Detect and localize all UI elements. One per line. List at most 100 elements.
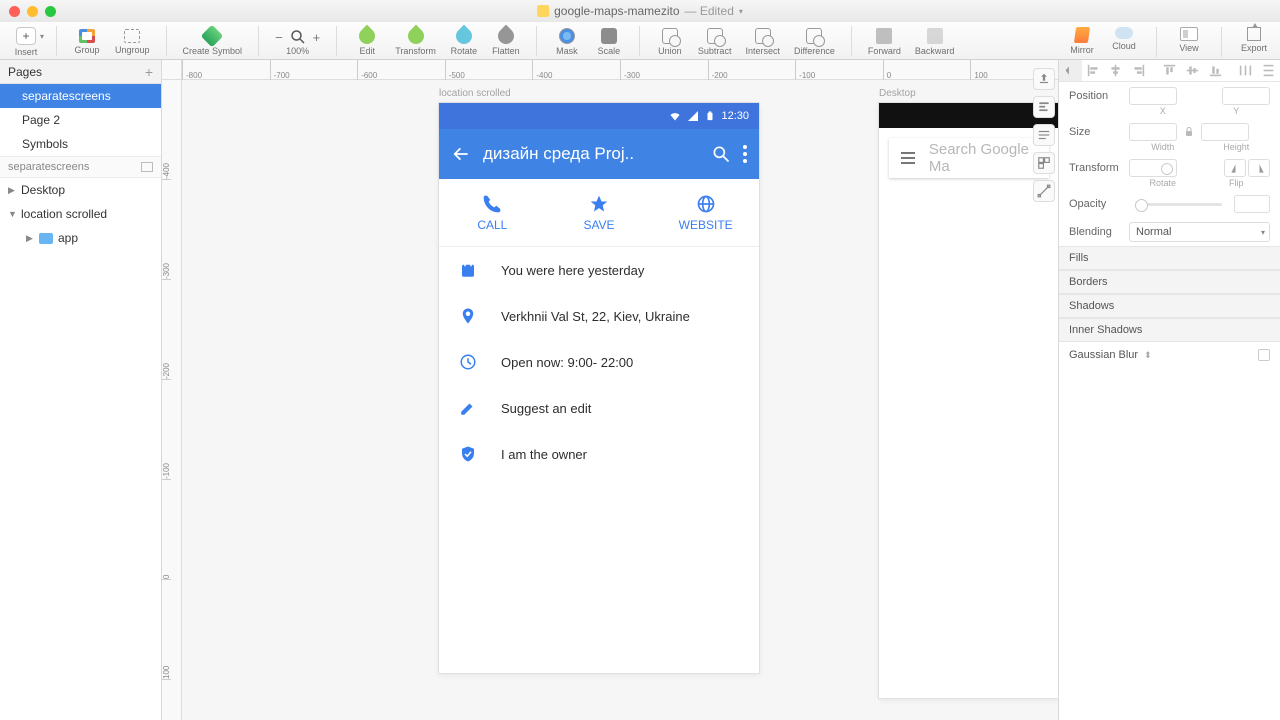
app-bar: дизайн среда Proj.. xyxy=(439,129,759,179)
search-placeholder: Search Google Ma xyxy=(929,141,1037,175)
shadows-section[interactable]: Shadows xyxy=(1059,294,1280,318)
opacity-input[interactable] xyxy=(1234,195,1270,213)
view-button[interactable]: View xyxy=(1175,27,1203,53)
info-row-visited[interactable]: You were here yesterday xyxy=(439,247,759,293)
layer-row[interactable]: ▼location scrolled xyxy=(0,202,161,226)
subtract-button[interactable]: Subtract xyxy=(698,28,732,56)
menu-icon[interactable] xyxy=(901,152,915,164)
inspector-side-tools xyxy=(1030,60,1058,202)
action-row: CALL SAVE WEBSITE xyxy=(439,179,759,247)
create-symbol-button[interactable]: Create Symbol xyxy=(183,28,243,56)
zoom-in-button[interactable]: + xyxy=(313,30,321,45)
layer-row[interactable]: ▶Desktop xyxy=(0,178,161,202)
document-status: — Edited xyxy=(685,4,734,18)
info-row-hours[interactable]: Open now: 9:00- 22:00 xyxy=(439,339,759,385)
window-controls xyxy=(0,6,56,17)
blending-label: Blending xyxy=(1069,226,1123,238)
align-tool-icon[interactable] xyxy=(1033,96,1055,118)
borders-section[interactable]: Borders xyxy=(1059,270,1280,294)
flatten-button[interactable]: Flatten xyxy=(492,28,520,56)
align-top-icon[interactable] xyxy=(1158,60,1181,81)
text-tool-icon[interactable] xyxy=(1033,124,1055,146)
rotate-button[interactable]: Rotate xyxy=(450,28,478,56)
distribute-v-icon[interactable] xyxy=(1257,60,1280,81)
size-label: Size xyxy=(1069,126,1123,138)
zoom-icon[interactable] xyxy=(289,28,307,46)
lock-icon[interactable] xyxy=(1183,126,1195,138)
align-right-icon[interactable] xyxy=(1127,60,1150,81)
rotate-input[interactable] xyxy=(1129,159,1177,177)
width-input[interactable] xyxy=(1129,123,1177,141)
align-bottom-icon[interactable] xyxy=(1204,60,1227,81)
folder-icon xyxy=(39,233,53,244)
info-row-owner[interactable]: I am the owner xyxy=(439,431,759,477)
transform-button[interactable]: Transform xyxy=(395,28,436,56)
flip-h-button[interactable] xyxy=(1224,159,1246,177)
layer-options-icon[interactable] xyxy=(141,162,153,172)
save-button[interactable]: SAVE xyxy=(546,179,653,246)
backward-button[interactable]: Backward xyxy=(915,28,955,56)
scale-button[interactable]: Scale xyxy=(595,28,623,56)
mirror-button[interactable]: Mirror xyxy=(1068,27,1096,55)
call-button[interactable]: CALL xyxy=(439,179,546,246)
distribute-h-icon[interactable] xyxy=(1234,60,1257,81)
opacity-label: Opacity xyxy=(1069,198,1123,210)
export-icon[interactable] xyxy=(1033,68,1055,90)
align-buttons xyxy=(1059,60,1280,82)
more-icon[interactable] xyxy=(743,145,747,163)
website-button[interactable]: WEBSITE xyxy=(652,179,759,246)
canvas[interactable]: -800-700-600-500-400-300-200-1000100 -40… xyxy=(162,60,1058,720)
difference-button[interactable]: Difference xyxy=(794,28,835,56)
artboard-location-scrolled[interactable]: 12:30 дизайн среда Proj.. CALL SAVE WEBS… xyxy=(439,103,759,673)
wifi-icon xyxy=(669,110,681,122)
info-row-address[interactable]: Verkhnii Val St, 22, Kiev, Ukraine xyxy=(439,293,759,339)
ungroup-button[interactable]: Ungroup xyxy=(115,29,150,55)
position-y-input[interactable] xyxy=(1222,87,1270,105)
flip-v-button[interactable] xyxy=(1248,159,1270,177)
cloud-button[interactable]: Cloud xyxy=(1110,27,1138,51)
forward-button[interactable]: Forward xyxy=(868,28,901,56)
artboard-label[interactable]: Desktop xyxy=(879,88,916,99)
artboard-label[interactable]: location scrolled xyxy=(439,88,511,99)
status-bar: 12:30 xyxy=(439,103,759,129)
mask-button[interactable]: Mask xyxy=(553,28,581,56)
opacity-slider[interactable] xyxy=(1135,203,1222,206)
blending-select[interactable]: Normal▾ xyxy=(1129,222,1270,242)
insert-button[interactable]: ▾Insert xyxy=(12,27,40,57)
page-item[interactable]: Symbols xyxy=(0,132,161,156)
left-panel: Pages + separatescreens Page 2 Symbols s… xyxy=(0,60,162,720)
align-collapse-icon[interactable] xyxy=(1059,60,1082,81)
intersect-button[interactable]: Intersect xyxy=(745,28,780,56)
align-hcenter-icon[interactable] xyxy=(1105,60,1128,81)
union-button[interactable]: Union xyxy=(656,28,684,56)
inner-shadows-section[interactable]: Inner Shadows xyxy=(1059,318,1280,342)
layout-tool-icon[interactable] xyxy=(1033,152,1055,174)
height-input[interactable] xyxy=(1201,123,1249,141)
chevron-down-icon[interactable]: ▾ xyxy=(739,7,743,16)
page-item[interactable]: Page 2 xyxy=(0,108,161,132)
clock: 12:30 xyxy=(721,110,749,122)
map-search-box[interactable]: Search Google Ma xyxy=(889,138,1049,178)
group-button[interactable]: Group xyxy=(73,29,101,55)
align-vcenter-icon[interactable] xyxy=(1181,60,1204,81)
ruler-vertical: -400-300-200-1000100200300 xyxy=(162,80,182,720)
position-x-input[interactable] xyxy=(1129,87,1177,105)
edit-button[interactable]: Edit xyxy=(353,28,381,56)
gaussian-blur-checkbox[interactable] xyxy=(1258,349,1270,361)
close-window-icon[interactable] xyxy=(9,6,20,17)
gaussian-blur-row[interactable]: Gaussian Blur⬍ xyxy=(1059,342,1280,368)
maximize-window-icon[interactable] xyxy=(45,6,56,17)
path-tool-icon[interactable] xyxy=(1033,180,1055,202)
info-row-edit[interactable]: Suggest an edit xyxy=(439,385,759,431)
layer-row[interactable]: ▶app xyxy=(0,226,161,250)
export-button[interactable]: Export xyxy=(1240,27,1268,53)
back-icon[interactable] xyxy=(451,144,471,164)
zoom-out-button[interactable]: − xyxy=(275,30,283,45)
inspector: Position XY Size WidthHeight Transform R… xyxy=(1058,60,1280,720)
page-item[interactable]: separatescreens xyxy=(0,84,161,108)
search-icon[interactable] xyxy=(711,144,731,164)
align-left-icon[interactable] xyxy=(1082,60,1105,81)
add-page-button[interactable]: + xyxy=(145,64,153,80)
fills-section[interactable]: Fills xyxy=(1059,246,1280,270)
minimize-window-icon[interactable] xyxy=(27,6,38,17)
